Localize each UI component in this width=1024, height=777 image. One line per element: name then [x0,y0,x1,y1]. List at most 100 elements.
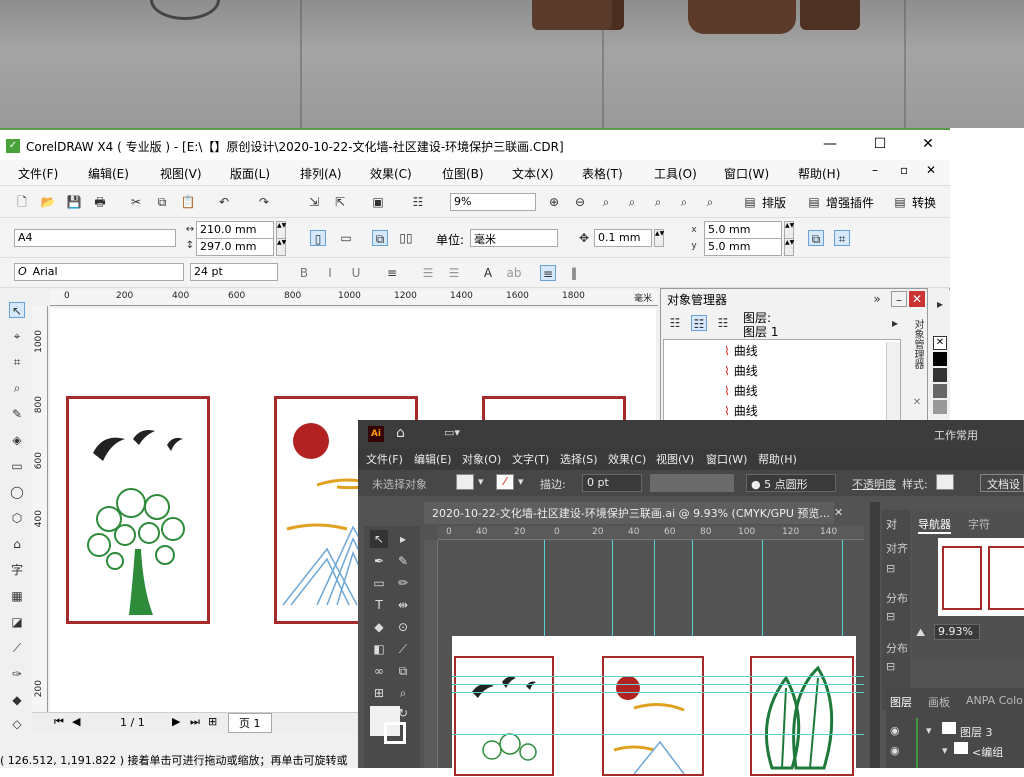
navigator-tab[interactable]: 导航器 [918,516,951,534]
font-select[interactable]: O Arial [14,263,184,281]
type-tool-icon[interactable]: T [370,596,388,614]
menu-window[interactable]: 窗口(W) [724,165,769,182]
close-button[interactable]: ✕ [916,136,940,152]
direct-selection-icon[interactable]: ▸ [394,530,412,548]
edit-text-icon[interactable]: ab [506,265,522,281]
ai-menu-file[interactable]: 文件(F) [366,451,403,467]
visibility-eye-icon[interactable]: ◉ [890,744,900,757]
ai-menu-view[interactable]: 视图(V) [656,451,694,467]
page-height-spinner[interactable]: ▲▼ [276,238,286,256]
object-manager-side-tab[interactable]: 对象管理器 [907,319,925,369]
minimize-button[interactable]: — [818,136,842,152]
symbol-tool-icon[interactable]: ⧉ [394,662,412,680]
zoom-tool-icon[interactable]: ⌕ [394,684,412,702]
list-item[interactable]: ⌇ 曲线 [724,342,758,359]
units-select[interactable]: 毫米 [470,229,558,247]
nav-zoom-field[interactable]: 9.93% [934,624,980,640]
launcher-icon[interactable]: ▣ [370,194,386,210]
zoom-all-icon[interactable]: ⌕ [624,194,640,210]
zoom-page-icon[interactable]: ⌕ [650,194,666,210]
ai-menu-edit[interactable]: 编辑(E) [414,451,452,467]
zoom-out-icon[interactable]: ⊖ [572,194,588,210]
page-size-select[interactable]: A4 [14,229,176,247]
pencil-tool-icon[interactable]: ✏ [394,574,412,592]
ai-menu-select[interactable]: 选择(S) [560,451,598,467]
format-text-icon[interactable]: A [480,265,496,281]
zoom-tool-icon[interactable]: ⌕ [9,380,25,396]
artboards-tab[interactable]: 画板 [928,694,950,710]
copy-icon[interactable]: ⧉ [154,194,170,210]
menu-text[interactable]: 文本(X) [512,165,554,182]
palette-scroll-icon[interactable]: ▸ [932,296,948,312]
reflect-tool-icon[interactable]: ⇹ [394,596,412,614]
stroke-swatch[interactable]: ⁄ [496,474,514,490]
all-pages-icon[interactable]: ⧉ [372,230,388,246]
plugins-icon[interactable]: ▤ [806,194,822,210]
docker-minimize-icon[interactable]: – [891,291,907,307]
italic-icon[interactable]: I [322,265,338,281]
visibility-eye-icon[interactable]: ◉ [890,724,900,737]
doc-minimize-button[interactable]: – [872,163,878,177]
align-panel-label[interactable]: 对 [886,516,897,532]
navigator-preview[interactable] [938,538,1024,616]
typeset-button[interactable]: 排版 [762,194,786,211]
add-page-icon[interactable]: ⊞ [208,715,217,728]
page-tab-1[interactable]: 页 1 [228,713,272,733]
selection-tool-icon[interactable]: ↖ [370,530,388,548]
ai-menu-window[interactable]: 窗口(W) [706,451,747,467]
fill-dropdown-icon[interactable]: ▾ [478,475,484,488]
ai-menu-help[interactable]: 帮助(H) [758,451,797,467]
menu-bitmaps[interactable]: 位图(B) [442,165,484,182]
collapse-icon[interactable]: » [869,291,885,307]
ai-artboard[interactable] [452,636,856,776]
zoom-height-icon[interactable]: ⌕ [702,194,718,210]
open-icon[interactable]: 📂 [40,194,56,210]
interactive-fill-icon[interactable]: ◇ [9,716,25,732]
style-swatch[interactable] [936,474,954,490]
opacity-label[interactable]: 不透明度 [852,476,896,492]
gradient-tool-icon[interactable]: ◧ [370,640,388,658]
color-swatch[interactable] [933,352,947,366]
close-tab-icon[interactable]: ✕ [834,506,843,519]
menu-arrange[interactable]: 排列(A) [300,165,342,182]
color-swatch[interactable] [933,400,947,414]
no-color-swatch[interactable]: ✕ [933,336,947,350]
layer-manager-icon[interactable]: ☷ [715,315,731,331]
horizontal-text-icon[interactable]: ≡ [540,265,556,281]
fill-tool-icon[interactable]: ◆ [9,692,25,708]
ellipse-tool-icon[interactable]: ◯ [9,484,25,500]
portrait-icon[interactable]: ▯ [310,230,326,246]
import-icon[interactable]: ⇲ [306,194,322,210]
doc-close-button[interactable]: ✕ [926,163,936,177]
basic-shapes-icon[interactable]: ⌂ [9,536,25,552]
side-tab-close-icon[interactable]: ✕ [909,395,925,411]
outline-pen-icon[interactable]: ✑ [9,666,25,682]
eyedropper-tool-icon[interactable]: ⟋ [394,640,412,658]
undo-icon[interactable]: ↶ [216,194,232,210]
group-name[interactable]: <编组 [972,744,1003,760]
plugins-button[interactable]: 增强插件 [826,194,874,211]
rectangle-tool-icon[interactable]: ▭ [370,574,388,592]
duplicate-x-field[interactable]: 5.0 mm [704,221,782,239]
redo-icon[interactable]: ↷ [256,194,272,210]
table-tool-icon[interactable]: ▦ [9,588,25,604]
fill-swatch[interactable] [456,474,474,490]
convert-icon[interactable]: ▤ [892,194,908,210]
new-icon[interactable]: 🗋 [14,194,30,210]
workspace-switcher-icon[interactable]: ▭▾ [444,426,460,439]
layers-tab[interactable]: 图层 [890,694,912,710]
docker-menu-icon[interactable]: ▸ [887,315,903,331]
lasso-tool-icon[interactable]: ⊙ [394,618,412,636]
vertical-text-icon[interactable]: ‖ [566,265,582,281]
pen-tool-icon[interactable]: ✒ [370,552,388,570]
workspace-select[interactable]: 工作常用 [934,427,978,443]
ai-menu-object[interactable]: 对象(O) [462,451,501,467]
duplicate-y-field[interactable]: 5.0 mm [704,238,782,256]
nudge-field[interactable]: 0.1 mm [594,229,652,247]
save-icon[interactable]: 💾 [66,194,82,210]
eraser-tool-icon[interactable]: ◆ [370,618,388,636]
zoom-width-icon[interactable]: ⌕ [676,194,692,210]
export-icon[interactable]: ⇱ [332,194,348,210]
rectangle-tool-icon[interactable]: ▭ [9,458,25,474]
page-width-field[interactable]: 210.0 mm [196,221,274,239]
